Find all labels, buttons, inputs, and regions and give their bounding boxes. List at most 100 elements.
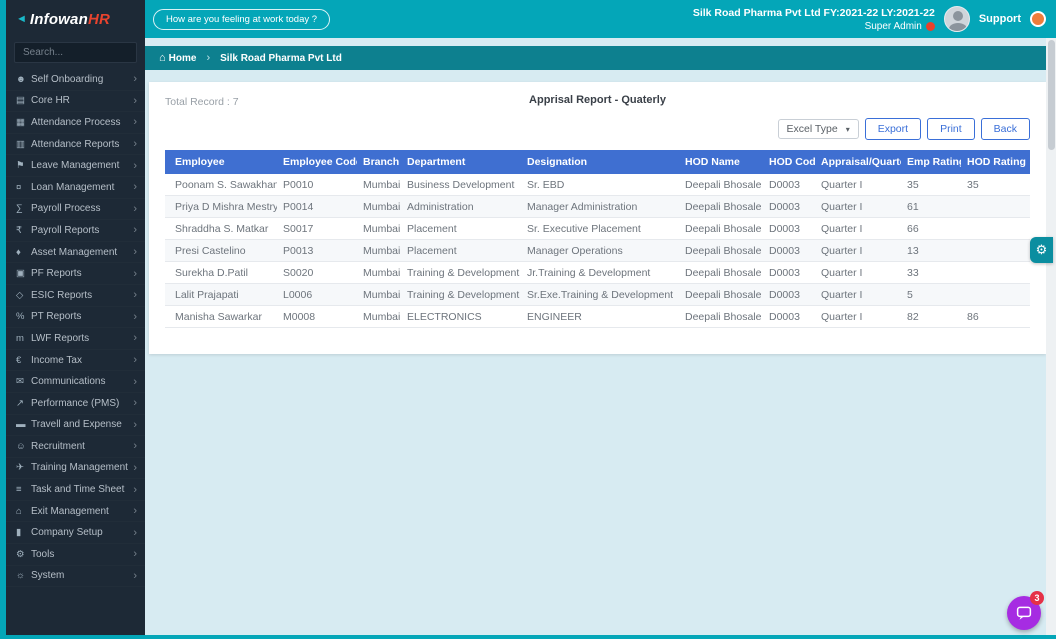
- table-header-cell: Branch: [357, 150, 401, 174]
- cell-employee-code: M0008: [277, 305, 357, 328]
- sidebar-search-input[interactable]: [14, 42, 137, 63]
- scrollbar-track[interactable]: [1046, 38, 1056, 635]
- cell-appraisal-quarter: Quarter I: [815, 283, 901, 306]
- chevron-right-icon: ›: [133, 267, 137, 280]
- support-icon[interactable]: [1030, 11, 1046, 27]
- table-header-cell: HOD Name: [679, 150, 763, 174]
- rupee-icon: ₹: [16, 224, 23, 236]
- cell-department: Placement: [401, 239, 521, 262]
- sidebar-item-label: Communications: [31, 376, 106, 388]
- sidebar-item[interactable]: ⚑ Leave Management ›: [6, 155, 145, 177]
- assets-icon: ♦: [16, 246, 21, 258]
- cell-department: Administration: [401, 195, 521, 218]
- sidebar-item[interactable]: ∑ Payroll Process ›: [6, 199, 145, 221]
- user-icon: ☻: [16, 73, 26, 85]
- sidebar-item[interactable]: ◇ ESIC Reports ›: [6, 285, 145, 307]
- support-label[interactable]: Support: [979, 13, 1021, 25]
- table-header-cell: Appraisal/Quarter: [815, 150, 901, 174]
- sidebar-item[interactable]: ⌂ Exit Management ›: [6, 501, 145, 523]
- excel-type-select[interactable]: Excel Type ▾: [777, 119, 859, 139]
- report-icon: ▥: [16, 138, 25, 150]
- scrollbar-thumb[interactable]: [1047, 40, 1055, 150]
- sidebar-item[interactable]: ▣ PF Reports ›: [6, 263, 145, 285]
- sidebar-item[interactable]: ♦ Asset Management ›: [6, 242, 145, 264]
- sidebar-item-label: Self Onboarding: [31, 73, 104, 85]
- sidebar-item[interactable]: ₹ Payroll Reports ›: [6, 220, 145, 242]
- sidebar-item[interactable]: ▤ Core HR ›: [6, 91, 145, 113]
- cell-branch: Mumbai: [357, 239, 401, 262]
- flag-icon: ⚑: [16, 160, 25, 172]
- cell-branch: Mumbai: [357, 261, 401, 284]
- sidebar-item-label: System: [31, 570, 65, 582]
- table-body: Poonam S. Sawakhande P0010 Mumbai Busine…: [165, 174, 1030, 328]
- company-fiscal-text: Silk Road Pharma Pvt Ltd FY:2021-22 LY:2…: [692, 6, 935, 19]
- page-title: Apprisal Report - Quaterly: [529, 94, 666, 106]
- sidebar-item[interactable]: ≡ Task and Time Sheet ›: [6, 479, 145, 501]
- calendar-icon: ▦: [16, 116, 25, 128]
- sidebar-item[interactable]: % PT Reports ›: [6, 307, 145, 329]
- sidebar-item-label: Recruitment: [31, 440, 85, 452]
- back-button[interactable]: Back: [980, 118, 1030, 140]
- chevron-right-icon: ›: [133, 332, 137, 345]
- settings-fab[interactable]: ⚙: [1030, 237, 1053, 263]
- app-logo[interactable]: ◄ InfowanHR: [6, 0, 145, 38]
- chevron-right-icon: ›: [133, 397, 137, 410]
- chevron-right-icon: ›: [133, 181, 137, 194]
- sidebar-item[interactable]: ☻ Self Onboarding ›: [6, 69, 145, 91]
- cell-hod-rating: [961, 239, 1030, 262]
- avatar[interactable]: [943, 6, 970, 32]
- sidebar-item[interactable]: m LWF Reports ›: [6, 328, 145, 350]
- table-header-cell: Emp Rating: [901, 150, 961, 174]
- sidebar-item-label: Loan Management: [31, 181, 115, 193]
- cell-employee: Surekha D.Patil: [165, 261, 277, 284]
- database-icon: ▤: [16, 95, 25, 107]
- cell-emp-rating: 35: [901, 174, 961, 196]
- cell-appraisal-quarter: Quarter I: [815, 174, 901, 196]
- print-button[interactable]: Print: [927, 118, 975, 140]
- report-card: Apprisal Report - Quaterly Total Record …: [149, 82, 1046, 354]
- sidebar-item[interactable]: ⚙ Tools ›: [6, 544, 145, 566]
- send-icon: ✈: [16, 462, 24, 474]
- mood-button[interactable]: How are you feeling at work today ?: [153, 8, 331, 30]
- cell-designation: Manager Operations: [521, 239, 679, 262]
- sidebar-item[interactable]: ▦ Attendance Process ›: [6, 112, 145, 134]
- sidebar-item[interactable]: ▥ Attendance Reports ›: [6, 134, 145, 156]
- cell-employee-code: P0010: [277, 174, 357, 196]
- sidebar-item[interactable]: ¤ Loan Management ›: [6, 177, 145, 199]
- cell-emp-rating: 13: [901, 239, 961, 262]
- sidebar-item[interactable]: € Income Tax ›: [6, 350, 145, 372]
- sidebar-item[interactable]: ☺ Recruitment ›: [6, 436, 145, 458]
- breadcrumb-home[interactable]: ⌂ Home: [159, 52, 196, 64]
- sidebar-item[interactable]: ▮ Company Setup ›: [6, 522, 145, 544]
- wallet-icon: ▬: [16, 419, 26, 431]
- chevron-right-icon: ›: [133, 418, 137, 431]
- cell-hod-rating: 86: [961, 305, 1030, 328]
- cell-department: Training & Development: [401, 261, 521, 284]
- table-header-cell: Employee Code: [277, 150, 357, 174]
- cell-appraisal-quarter: Quarter I: [815, 305, 901, 328]
- sidebar-item[interactable]: ▬ Travell and Expense ›: [6, 415, 145, 437]
- avatar-silhouette-head: [952, 11, 963, 21]
- sidebar-item[interactable]: ↗ Performance (PMS) ›: [6, 393, 145, 415]
- cell-designation: ENGINEER: [521, 305, 679, 328]
- breadcrumb-separator-icon: ›: [206, 52, 211, 64]
- app-window: ◄ InfowanHR ☻ Self Onboarding › ▤ Core H…: [0, 0, 1056, 639]
- sidebar-item-label: Leave Management: [31, 160, 120, 172]
- chat-fab[interactable]: 3: [1007, 591, 1044, 630]
- cell-emp-rating: 66: [901, 217, 961, 240]
- sidebar-item-label: Payroll Reports: [31, 224, 100, 236]
- chevron-right-icon: ›: [133, 116, 137, 129]
- sidebar-item[interactable]: ☼ System ›: [6, 566, 145, 588]
- cell-hod-code: D0003: [763, 239, 815, 262]
- report-card-header: Apprisal Report - Quaterly Total Record …: [165, 82, 1030, 140]
- sidebar-item-label: PT Reports: [31, 311, 82, 323]
- breadcrumb: ⌂ Home › Silk Road Pharma Pvt Ltd: [145, 46, 1046, 70]
- percent-icon: %: [16, 311, 25, 323]
- sidebar-menu: ☻ Self Onboarding › ▤ Core HR › ▦ Attend…: [6, 69, 145, 587]
- sidebar-item[interactable]: ✈ Training Management ›: [6, 458, 145, 480]
- table-row: Priya D Mishra Mestry P0014 Mumbai Admin…: [165, 195, 1030, 218]
- cell-employee-code: S0020: [277, 261, 357, 284]
- table-row: Manisha Sawarkar M0008 Mumbai ELECTRONIC…: [165, 305, 1030, 328]
- sidebar-item[interactable]: ✉ Communications ›: [6, 371, 145, 393]
- export-button[interactable]: Export: [864, 118, 922, 140]
